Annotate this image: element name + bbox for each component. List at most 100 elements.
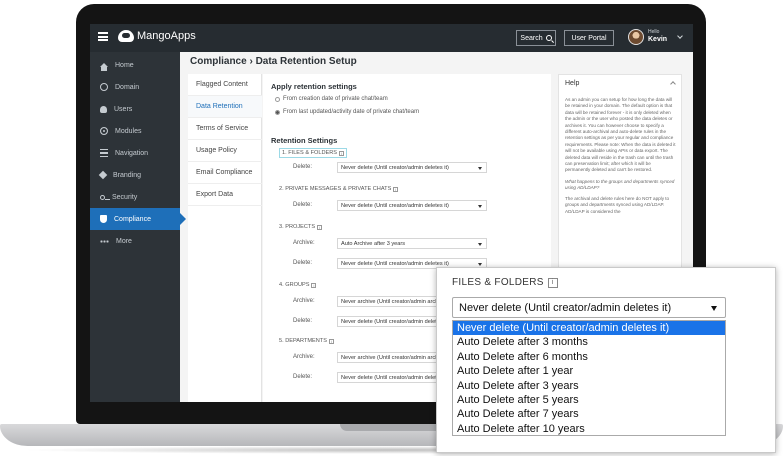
sidebar-item-label: Modules <box>115 127 142 135</box>
laptop-mockup: MangoApps Search User Portal Hello Kevin… <box>0 0 783 456</box>
modules-icon <box>100 127 108 135</box>
field-label: Delete: <box>293 202 313 208</box>
subnav-flagged-content[interactable]: Flagged Content <box>188 74 262 96</box>
user-portal-label: User Portal <box>571 34 607 42</box>
navigation-icon <box>100 149 108 157</box>
files-delete-select[interactable]: Never delete (Until creator/admin delete… <box>337 162 487 173</box>
dropdown-callout: FILES & FOLDERS i Never delete (Until cr… <box>436 267 776 453</box>
dropdown-options-list: Never delete (Until creator/admin delete… <box>452 320 726 436</box>
category-departments: 5. DEPARTMENTS i <box>279 338 334 344</box>
messages-delete-select[interactable]: Never delete (Until creator/admin delete… <box>337 200 487 211</box>
category-label: 2. PRIVATE MESSAGES & PRIVATE CHATS <box>279 186 392 192</box>
category-private-messages: 2. PRIVATE MESSAGES & PRIVATE CHATS i <box>279 186 399 192</box>
search-button[interactable]: Search <box>516 30 556 46</box>
dropdown-selected-value: Never delete (Until creator/admin delete… <box>459 301 672 314</box>
info-icon[interactable]: i <box>339 150 345 156</box>
sidebar-item-label: Compliance <box>114 215 151 223</box>
subnav-email-compliance[interactable]: Email Compliance <box>188 162 262 184</box>
hamburger-menu-icon[interactable] <box>98 32 108 41</box>
apply-settings-heading: Apply retention settings <box>271 82 357 91</box>
help-body: As an admin you can setup for how long t… <box>565 97 677 215</box>
sidebar-item-label: Domain <box>115 83 140 91</box>
key-icon <box>100 194 110 200</box>
callout-title-label: FILES & FOLDERS <box>452 277 544 288</box>
shield-icon <box>100 215 107 223</box>
dropdown-option[interactable]: Auto Delete after 3 years <box>453 379 725 393</box>
radio-creation-date[interactable]: From creation date of private chat/team <box>275 96 388 102</box>
radio-button[interactable] <box>275 96 280 102</box>
sidebar-item-modules[interactable]: Modules <box>90 120 180 142</box>
sidebar-item-label: Users <box>114 105 133 113</box>
more-icon <box>100 239 109 243</box>
hello-label: Hello <box>648 29 660 35</box>
projects-archive-select[interactable]: Auto Archive after 3 years <box>337 238 487 249</box>
sidebar-item-compliance[interactable]: Compliance <box>90 208 186 230</box>
sidebar-item-navigation[interactable]: Navigation <box>90 142 180 164</box>
field-label: Archive: <box>293 298 315 304</box>
compliance-subnav: Flagged Content Data Retention Terms of … <box>188 74 262 402</box>
user-menu[interactable]: Hello Kevin <box>628 28 690 48</box>
subnav-terms-of-service[interactable]: Terms of Service <box>188 118 262 140</box>
subnav-export-data[interactable]: Export Data <box>188 184 262 206</box>
user-portal-button[interactable]: User Portal <box>564 30 614 46</box>
field-label: Archive: <box>293 240 315 246</box>
info-icon[interactable]: i <box>311 282 317 288</box>
help-text: As an admin you can setup for how long t… <box>565 97 676 173</box>
sidebar-item-label: Security <box>112 193 138 201</box>
branding-icon <box>98 170 108 180</box>
category-label: 1. FILES & FOLDERS <box>282 150 338 156</box>
sidebar-item-branding[interactable]: Branding <box>90 164 180 186</box>
radio-button[interactable] <box>275 109 280 115</box>
help-question: What happens to the groups and departmen… <box>565 178 675 191</box>
subnav-usage-policy[interactable]: Usage Policy <box>188 140 262 162</box>
app-logo[interactable]: MangoApps <box>118 30 196 42</box>
users-icon <box>100 105 107 113</box>
dropdown-option[interactable]: Auto Delete after 3 months <box>453 335 725 349</box>
sidebar-item-more[interactable]: More <box>90 230 180 252</box>
dropdown-arrow-icon <box>711 306 717 311</box>
sidebar-item-domain[interactable]: Domain <box>90 76 180 98</box>
help-answer: The archival and delete rules here do NO… <box>565 195 670 214</box>
dropdown-option[interactable]: Auto Delete after 5 years <box>453 393 725 407</box>
radio-label: From last updated/activity date of priva… <box>283 109 420 115</box>
dropdown-option[interactable]: Auto Delete after 7 years <box>453 407 725 421</box>
sidebar-item-users[interactable]: Users <box>90 98 180 120</box>
subnav-data-retention[interactable]: Data Retention <box>188 96 262 118</box>
field-label: Delete: <box>293 260 313 266</box>
radio-label: From creation date of private chat/team <box>283 96 388 102</box>
radio-last-updated[interactable]: From last updated/activity date of priva… <box>275 109 419 115</box>
sidebar-item-label: Navigation <box>115 149 149 157</box>
info-icon[interactable]: i <box>317 224 323 230</box>
user-name: Kevin <box>648 36 668 43</box>
category-files-folders: 1. FILES & FOLDERS i <box>279 148 348 158</box>
sidebar: Home Domain Users Modules Navigation Bra… <box>90 52 186 402</box>
retention-settings-heading: Retention Settings <box>271 136 338 145</box>
sidebar-item-label: More <box>116 237 132 245</box>
sidebar-item-home[interactable]: Home <box>90 54 180 76</box>
info-icon[interactable]: i <box>393 186 399 192</box>
field-label: Delete: <box>293 374 313 380</box>
search-button-label: Search <box>520 34 543 42</box>
sidebar-item-security[interactable]: Security <box>90 186 180 208</box>
globe-icon <box>100 83 108 91</box>
info-icon[interactable]: i <box>328 338 334 344</box>
category-label: 4. GROUPS <box>279 282 310 288</box>
info-icon[interactable]: i <box>547 277 558 288</box>
mango-logo-icon <box>118 30 134 42</box>
logo-text: MangoApps <box>137 30 196 42</box>
category-label: 3. PROJECTS <box>279 224 316 230</box>
dropdown-option[interactable]: Never delete (Until creator/admin delete… <box>453 321 725 336</box>
dropdown-option[interactable]: Auto Delete after 1 year <box>453 364 725 378</box>
help-title: Help <box>565 80 580 87</box>
dropdown-option[interactable]: Auto Delete after 10 years <box>453 422 725 436</box>
category-groups: 4. GROUPS i <box>279 282 317 288</box>
sidebar-item-label: Branding <box>113 171 142 179</box>
sidebar-item-label: Home <box>115 61 134 69</box>
field-label: Archive: <box>293 354 315 360</box>
callout-title: FILES & FOLDERS i <box>452 277 558 288</box>
search-icon <box>545 35 552 41</box>
field-label: Delete: <box>293 164 313 170</box>
dropdown-option[interactable]: Auto Delete after 6 months <box>453 350 725 364</box>
files-delete-dropdown[interactable]: Never delete (Until creator/admin delete… <box>452 297 726 318</box>
chevron-up-icon[interactable] <box>670 81 676 87</box>
